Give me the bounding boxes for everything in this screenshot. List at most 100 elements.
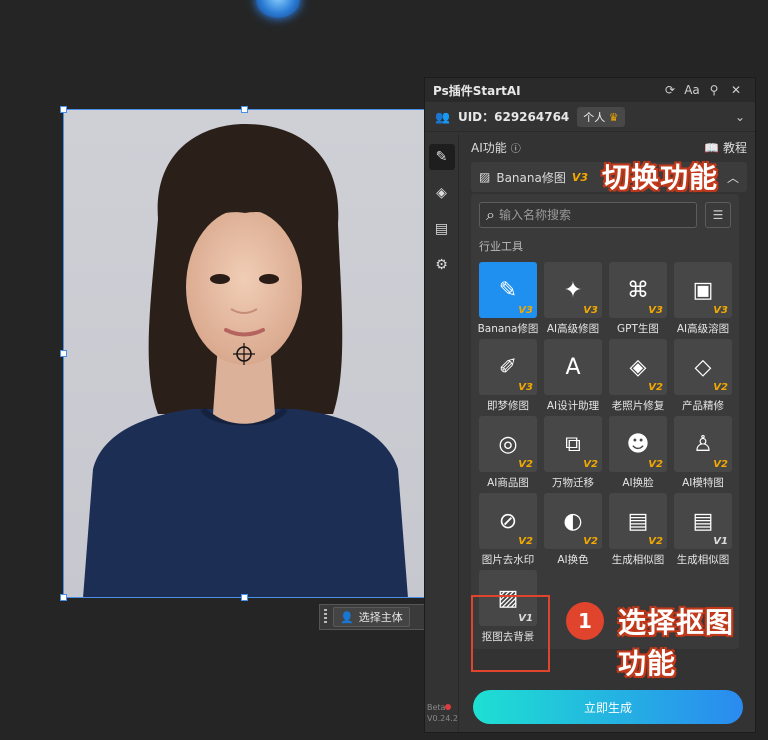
version-tag: V2 <box>713 382 728 393</box>
tool-item[interactable]: ▣ V3 AI高级溶图 <box>674 262 732 335</box>
tool-icon: ◐ <box>563 508 583 534</box>
portrait-photo <box>83 124 408 598</box>
users-icon: 👥 <box>435 109 450 124</box>
search-icon: ⌕ <box>486 205 495 224</box>
tool-item[interactable]: ✐ V3 即梦修图 <box>479 339 537 412</box>
select-subject-label: 选择主体 <box>358 611 403 624</box>
close-icon[interactable]: ✕ <box>725 83 747 97</box>
panel-content: AI功能 ⓘ 📖 教程 ▨ Banana修图 V3 ︿ ⌕ ☰ 行业工具 ✎V3… <box>471 138 747 649</box>
layers-icon[interactable]: ◈ <box>429 180 455 206</box>
drag-grip-icon[interactable] <box>324 609 327 625</box>
tool-label: AI商品图 <box>487 477 529 489</box>
tool-label: Banana修图 <box>477 323 539 335</box>
tool-icon: ▣ <box>692 277 714 303</box>
list-view-icon[interactable]: ☰ <box>705 202 731 228</box>
tool-icon: ☻ <box>626 431 650 457</box>
tool-tile[interactable]: ◇ V2 <box>674 339 732 395</box>
tool-tile[interactable]: ☻ V2 <box>609 416 667 472</box>
tool-tile[interactable]: ▣ V3 <box>674 262 732 318</box>
category-label: 行业工具 <box>479 240 523 253</box>
annotation-switch-function: 切换功能 <box>602 161 719 194</box>
tool-label: AI换脸 <box>622 477 654 489</box>
tool-item[interactable]: ◎ V2 AI商品图 <box>479 416 537 489</box>
chevron-down-icon[interactable]: ⌄ <box>735 110 745 124</box>
version-info: Beta V0.24.2 <box>427 702 458 724</box>
crown-icon: ♛ <box>608 110 619 124</box>
tool-tile[interactable]: ✎ V3 <box>479 262 537 318</box>
tool-icon: ◎ <box>498 431 518 457</box>
tool-label: 即梦修图 <box>487 400 529 412</box>
tool-icon: ♙ <box>693 431 713 457</box>
refresh-icon[interactable]: ⟳ <box>659 83 681 97</box>
tool-item[interactable]: ⊘ V2 图片去水印 <box>479 493 537 566</box>
tutorial-label: 教程 <box>722 140 747 155</box>
tool-dropdown-panel: ⌕ ☰ 行业工具 ✎V3 Banana修图 ✦V3 AI高级修图 ⌘V3GPT生图▣V3… <box>471 194 739 649</box>
tool-tile[interactable]: ⌘ V3 <box>609 262 667 318</box>
tool-icon: A <box>565 354 581 380</box>
tool-label: AI高级溶图 <box>676 323 730 335</box>
tool-item[interactable]: ⧉ V2 万物迁移 <box>544 416 602 489</box>
version-tag: V2 <box>518 536 533 547</box>
plan-badge[interactable]: 个人 ♛ <box>577 106 625 127</box>
tool-item[interactable]: ▤ V1 生成相似图 <box>674 493 732 566</box>
tool-label: 老照片修复 <box>611 400 665 412</box>
tool-tile[interactable]: ▤ V2 <box>609 493 667 549</box>
clipboard-icon[interactable]: ▤ <box>429 216 455 242</box>
chevron-up-icon[interactable]: ︿ <box>727 169 739 186</box>
selected-tool-label: Banana修图 <box>496 170 566 185</box>
uid-text: UID：629264764 <box>457 110 570 124</box>
gear-icon[interactable]: ⚙ <box>429 252 455 278</box>
info-icon[interactable]: ⓘ <box>511 140 521 155</box>
tool-tile[interactable]: ⧉ V2 <box>544 416 602 472</box>
tool-item[interactable]: ◐ V2 AI换色 <box>544 493 602 566</box>
tool-item[interactable]: ✎ V3 Banana修图 <box>477 262 539 335</box>
tool-item[interactable]: ⌘ V3 GPT生图 <box>609 262 667 335</box>
tool-label: 生成相似图 <box>676 554 730 566</box>
tool-item[interactable]: ◇ V2 产品精修 <box>674 339 732 412</box>
tool-tile[interactable]: ◎ V2 <box>479 416 537 472</box>
tool-icon: ▤ <box>692 508 714 534</box>
version-tag: V2 <box>648 459 663 470</box>
tool-tile[interactable]: ⊘ V2 <box>479 493 537 549</box>
tool-icon: ✐ <box>498 354 518 380</box>
tool-item[interactable]: ☻ V2 AI换脸 <box>609 416 667 489</box>
annotation-highlight-box <box>471 595 550 672</box>
version-tag: V2 <box>648 382 663 393</box>
tool-item[interactable]: ▤ V2 生成相似图 <box>609 493 667 566</box>
tool-tile[interactable]: ◐ V2 <box>544 493 602 549</box>
canvas-image[interactable] <box>63 109 425 598</box>
version-tag: V2 <box>518 459 533 470</box>
tool-tile[interactable]: A <box>544 339 602 395</box>
select-subject-button[interactable]: 👤 选择主体 <box>333 607 410 627</box>
tool-tile[interactable]: ✐ V3 <box>479 339 537 395</box>
tool-label: AI高级修图 <box>546 323 600 335</box>
generate-button[interactable]: 立即生成 <box>473 690 743 724</box>
annotation-step-label-2: 功能 <box>618 647 677 680</box>
tool-tile[interactable]: ◈ V2 <box>609 339 667 395</box>
tool-label: AI换色 <box>557 554 589 566</box>
version-tag: V1 <box>713 536 728 547</box>
tool-item[interactable]: ♙ V2 AI模特图 <box>674 416 732 489</box>
version-tag: V2 <box>713 459 728 470</box>
version-label: V0.24.2 <box>427 714 458 723</box>
image-icon: ▨ <box>479 170 491 184</box>
account-bar: 👥 UID：629264764 个人 ♛ ⌄ <box>425 102 755 132</box>
tool-tile[interactable]: ▤ V1 <box>674 493 732 549</box>
tool-label: AI模特图 <box>682 477 724 489</box>
version-tag: V2 <box>583 536 598 547</box>
tool-grid: ✎ V3 Banana修图 ✦ V3 AI高级修图 ⌘ V3 GPT生图 ▣ V3 AI高级溶图 ✐ V3… <box>477 262 732 643</box>
tool-tile[interactable]: ✦ V3 <box>544 262 602 318</box>
tool-item[interactable]: ✦ V3 AI高级修图 <box>544 262 602 335</box>
tutorial-link[interactable]: 📖 教程 <box>704 139 747 156</box>
font-size-icon[interactable]: Aa <box>681 83 703 97</box>
pencil-icon[interactable]: ✎ <box>428 144 455 170</box>
panel-sidebar: ✎ ◈ ▤ ⚙ Beta V0.24.2 <box>425 134 459 732</box>
tool-tile[interactable]: ♙ V2 <box>674 416 732 472</box>
pin-icon[interactable]: ⚲ <box>703 83 725 97</box>
tool-icon: ✎ <box>498 277 518 303</box>
tool-item[interactable]: ◈ V2 老照片修复 <box>609 339 667 412</box>
tool-item[interactable]: A AI设计助理 <box>544 339 602 412</box>
search-field[interactable]: ⌕ <box>479 202 697 228</box>
tool-icon: ◈ <box>629 354 647 380</box>
search-input[interactable] <box>498 208 690 222</box>
